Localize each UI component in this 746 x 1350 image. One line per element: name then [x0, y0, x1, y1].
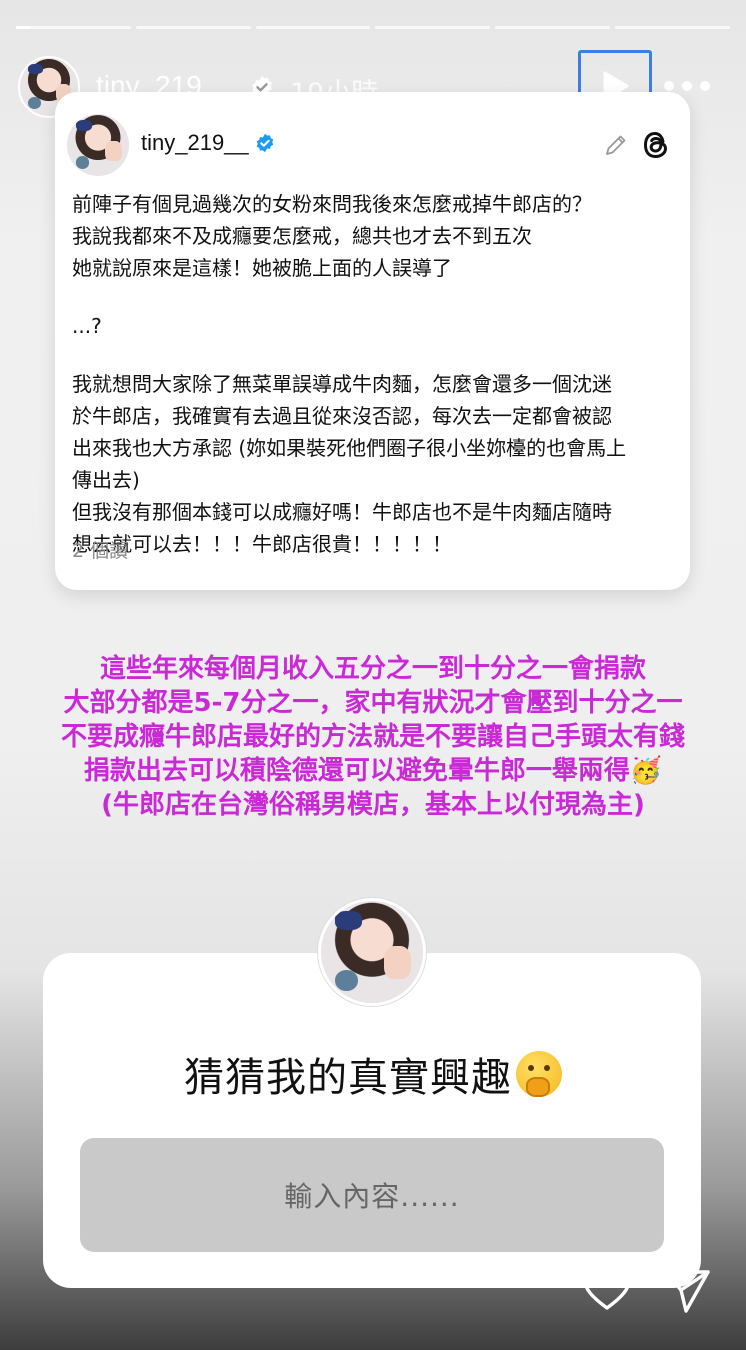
heart-icon[interactable]: [582, 1266, 632, 1314]
post-line: 但我沒有那個本錢可以成癮好嗎！牛郎店也不是牛肉麵店隨時: [72, 500, 612, 524]
post-line: ...?: [72, 314, 102, 338]
question-title: 猜猜我的真實興趣: [0, 1045, 746, 1103]
more-icon-dot: [682, 81, 692, 91]
read-count: 2 個讀: [72, 540, 129, 562]
question-answer-input[interactable]: 輸入內容......: [80, 1138, 664, 1252]
progress-segment-3: [255, 26, 371, 29]
more-icon-dot: [664, 81, 674, 91]
verified-badge-icon: [256, 133, 274, 153]
caption-line: 這些年來每個月收入五分之一到十分之一會捐款: [99, 654, 646, 684]
post-line: 她就說原來是這樣！她被脆上面的人誤導了: [72, 256, 452, 280]
threads-logo-icon: [643, 131, 668, 159]
progress-segment-4: [375, 26, 491, 29]
sticker-avatar: [318, 898, 426, 1006]
progress-segment-1: [16, 26, 131, 29]
caption-line: 大部分都是5-7分之一，家中有狀況才會壓到十分之一: [63, 688, 683, 718]
question-title-text: 猜猜我的真實興趣: [184, 1055, 512, 1101]
post-body: 前陣子有個見過幾次的女粉來問我後來怎麼戒掉牛郎店的？ 我說我都來不及成癮要怎麼戒…: [72, 188, 677, 560]
progress-fill: [16, 26, 30, 29]
post-line: 想去就可以去！！！牛郎店很貴！！！！！: [72, 532, 452, 556]
question-input-placeholder: 輸入內容......: [284, 1180, 460, 1213]
post-line: 我就想問大家除了無菜單誤導成牛肉麵，怎麼會還多一個沈迷: [72, 372, 612, 396]
hand-over-mouth-emoji-icon: [516, 1051, 562, 1097]
post-author-avatar: [67, 114, 129, 176]
post-line: 前陣子有個見過幾次的女粉來問我後來怎麼戒掉牛郎店的？: [72, 192, 592, 216]
progress-segment-5: [495, 26, 611, 29]
post-author-username: tiny_219__: [141, 130, 249, 155]
post-line: 我說我都來不及成癮要怎麼戒，總共也才去不到五次: [72, 224, 532, 248]
post-line: 出來我也大方承認 (妳如果裝死他們圈子很小坐妳檯的也會馬上: [72, 436, 627, 460]
post-line: 傳出去): [72, 468, 140, 492]
threads-post-card[interactable]: tiny_219__ 前陣子有個見過幾次的女粉來問我後來怎麼戒掉牛郎店的？ 我說…: [55, 92, 690, 590]
caption-line: (牛郎店在台灣俗稱男模店，基本上以付現為主): [101, 790, 645, 820]
progress-segment-6: [615, 26, 730, 29]
story-progress: [16, 26, 730, 29]
caption-line: 捐款出去可以積陰德還可以避免暈牛郎一舉兩得🥳: [83, 756, 663, 786]
caption-line: 不要成癮牛郎店最好的方法就是不要讓自己手頭太有錢: [60, 722, 685, 752]
post-line: 於牛郎店，我確實有去過且從來沒否認，每次去一定都會被認: [72, 404, 612, 428]
pencil-icon: [606, 135, 626, 155]
send-icon[interactable]: [662, 1266, 712, 1316]
story-caption: 這些年來每個月收入五分之一到十分之一會捐款 大部分都是5-7分之一，家中有狀況才…: [0, 652, 746, 822]
progress-segment-2: [135, 26, 251, 29]
more-icon-dot: [700, 81, 710, 91]
